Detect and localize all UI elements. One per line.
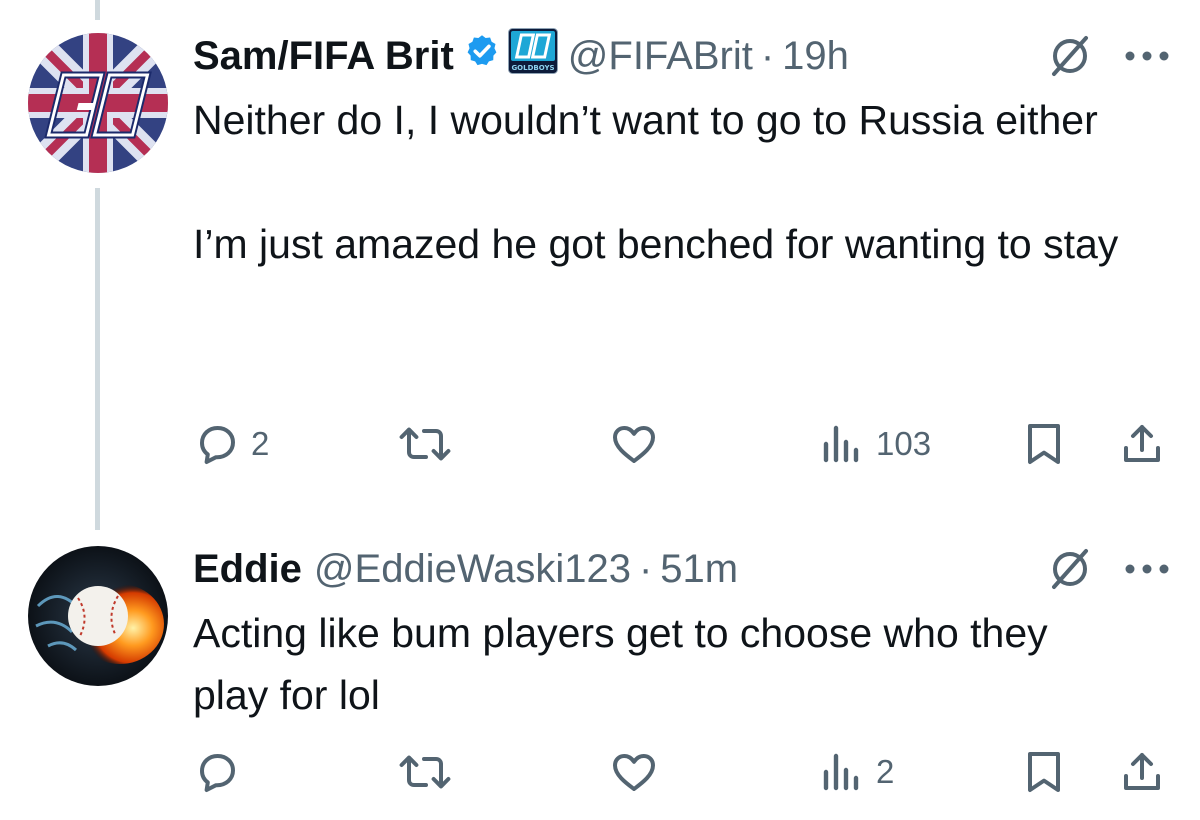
- repost-button[interactable]: [398, 748, 462, 796]
- share-upload-icon: [1124, 753, 1160, 790]
- like-button[interactable]: [609, 420, 669, 468]
- bookmark-button[interactable]: [1022, 420, 1066, 468]
- tweet-header: Eddie @EddieWaski123 · 51m: [193, 544, 738, 594]
- affiliate-badge-label: GOLDBOYS: [511, 64, 554, 72]
- heart-icon: [613, 426, 655, 463]
- share-button[interactable]: [1118, 420, 1166, 468]
- share-upload-icon: [1124, 425, 1160, 462]
- tweet-paragraph: Acting like bum players get to choose wh…: [193, 610, 1048, 718]
- grok-slash-icon[interactable]: [1046, 545, 1094, 593]
- views-button[interactable]: 2: [818, 748, 894, 796]
- handle[interactable]: @FIFABrit: [568, 34, 753, 79]
- avatar[interactable]: [28, 546, 168, 686]
- heart-icon: [613, 754, 655, 791]
- repost-arrows-icon: [399, 755, 451, 789]
- like-button[interactable]: [609, 748, 669, 796]
- reply-bubble-icon: [200, 754, 235, 792]
- reply-button[interactable]: [193, 748, 251, 796]
- bookmark-icon: [1028, 424, 1060, 464]
- timestamp[interactable]: 51m: [660, 547, 738, 592]
- repost-arrows-icon: [399, 427, 451, 461]
- views-count: 2: [876, 753, 895, 790]
- more-dots-icon[interactable]: [1122, 49, 1172, 63]
- bookmark-button[interactable]: [1022, 748, 1066, 796]
- bookmark-icon: [1028, 752, 1060, 792]
- thread-line: [95, 188, 100, 530]
- reply-bubble-icon: [200, 426, 235, 464]
- separator: ·: [638, 546, 653, 591]
- views-count: 103: [876, 425, 932, 462]
- verified-badge-icon[interactable]: [464, 33, 500, 79]
- grok-slash-icon[interactable]: [1046, 32, 1094, 80]
- tweet-paragraph: I’m just amazed he got benched for wanti…: [193, 221, 1119, 267]
- avatar[interactable]: [28, 33, 168, 173]
- tweet-text: Neither do I, I wouldn’t want to go to R…: [193, 89, 1153, 275]
- tweet-paragraph: Neither do I, I wouldn’t want to go to R…: [193, 97, 1098, 143]
- more-dots-icon[interactable]: [1122, 562, 1172, 576]
- views-bar-chart-icon: [823, 425, 859, 463]
- views-button[interactable]: 103: [818, 420, 931, 468]
- reply-button[interactable]: 2: [193, 420, 269, 468]
- display-name[interactable]: Eddie: [193, 547, 302, 592]
- avatar-union-jack-logo-icon: [28, 33, 168, 173]
- views-bar-chart-icon: [823, 753, 859, 791]
- display-name[interactable]: Sam/FIFA Brit: [193, 34, 454, 79]
- repost-button[interactable]: [398, 420, 462, 468]
- separator: ·: [760, 33, 775, 78]
- handle[interactable]: @EddieWaski123: [314, 547, 631, 592]
- thread-line-top: [95, 0, 100, 20]
- avatar-baseball-fire-icon: [28, 546, 168, 686]
- affiliate-badge-icon[interactable]: GOLDBOYS: [507, 28, 558, 84]
- reply-count: 2: [251, 425, 270, 462]
- tweet-text: Acting like bum players get to choose wh…: [193, 602, 1113, 726]
- tweet-header: Sam/FIFA Brit GOLDBOYS @FIFABrit · 19h: [193, 28, 849, 84]
- timestamp[interactable]: 19h: [782, 34, 849, 79]
- share-button[interactable]: [1118, 748, 1166, 796]
